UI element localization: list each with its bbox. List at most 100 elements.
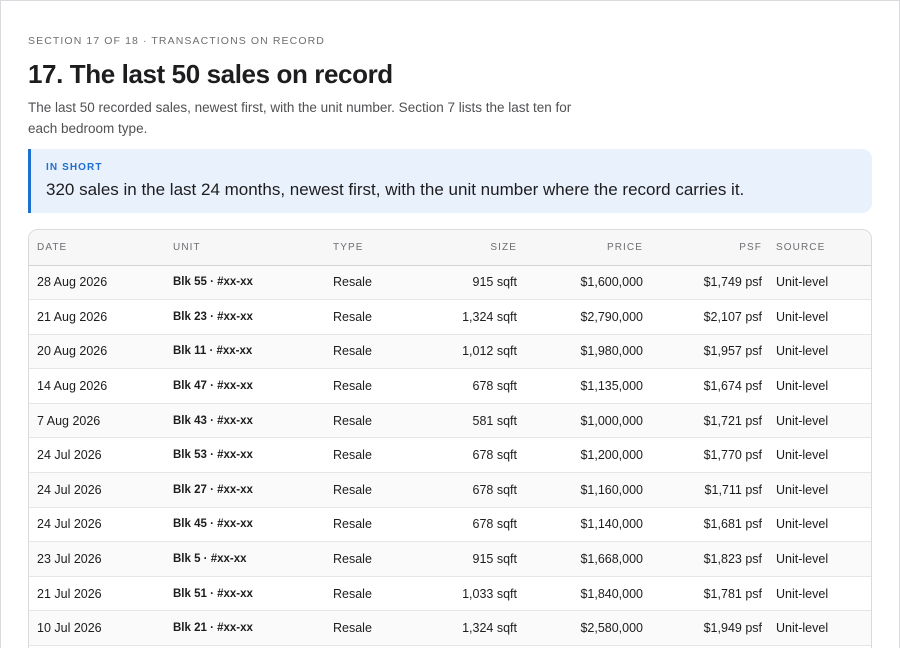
cell-price: $1,980,000 xyxy=(517,334,643,370)
cell-unit: Blk 55 · #xx-xx xyxy=(173,265,333,301)
cell-date: 7 Aug 2026 xyxy=(29,403,173,439)
cell-size: 678 sqft xyxy=(413,437,517,474)
cell-price: $1,840,000 xyxy=(517,576,643,612)
cell-psf: $1,823 psf xyxy=(643,541,762,577)
cell-unit: Blk 23 · #xx-xx xyxy=(173,299,333,335)
cell-source: Unit-level xyxy=(762,507,871,543)
cell-unit: Blk 21 · #xx-xx xyxy=(173,610,333,647)
cell-unit: Blk 43 · #xx-xx xyxy=(173,403,333,439)
cell-price: $1,200,000 xyxy=(517,437,643,474)
cell-size: 1,324 sqft xyxy=(413,610,517,647)
cell-type: Resale xyxy=(333,576,413,612)
cell-psf: $1,681 psf xyxy=(643,507,762,543)
cell-source: Unit-level xyxy=(762,437,871,474)
table-row: 14 Aug 2026 Blk 47 · #xx-xx Resale 678 s… xyxy=(29,368,871,404)
cell-date: 23 Jul 2026 xyxy=(29,541,173,577)
cell-price: $1,600,000 xyxy=(517,265,643,301)
table-row: 24 Jul 2026 Blk 45 · #xx-xx Resale 678 s… xyxy=(29,507,871,543)
cell-date: 28 Aug 2026 xyxy=(29,265,173,301)
cell-unit: Blk 45 · #xx-xx xyxy=(173,507,333,543)
callout-label: IN SHORT xyxy=(46,162,103,173)
cell-price: $1,668,000 xyxy=(517,541,643,577)
cell-type: Resale xyxy=(333,507,413,543)
cell-date: 21 Aug 2026 xyxy=(29,299,173,335)
cell-type: Resale xyxy=(333,334,413,370)
cell-type: Resale xyxy=(333,437,413,474)
cell-size: 915 sqft xyxy=(413,541,517,577)
cell-source: Unit-level xyxy=(762,403,871,439)
cell-date: 24 Jul 2026 xyxy=(29,472,173,508)
cell-psf: $1,781 psf xyxy=(643,576,762,612)
table-header-row: DATE UNIT TYPE SIZE PRICE PSF SOURCE xyxy=(29,230,871,266)
cell-source: Unit-level xyxy=(762,368,871,404)
cell-size: 678 sqft xyxy=(413,472,517,508)
cell-date: 24 Jul 2026 xyxy=(29,507,173,543)
cell-date: 21 Jul 2026 xyxy=(29,576,173,612)
table-row: 23 Jul 2026 Blk 5 · #xx-xx Resale 915 sq… xyxy=(29,541,871,577)
table-row: 24 Jul 2026 Blk 27 · #xx-xx Resale 678 s… xyxy=(29,472,871,508)
table-row: 7 Aug 2026 Blk 43 · #xx-xx Resale 581 sq… xyxy=(29,403,871,439)
table-row: 21 Jul 2026 Blk 51 · #xx-xx Resale 1,033… xyxy=(29,576,871,612)
cell-source: Unit-level xyxy=(762,299,871,335)
cell-type: Resale xyxy=(333,472,413,508)
cell-source: Unit-level xyxy=(762,472,871,508)
cell-psf: $1,949 psf xyxy=(643,610,762,647)
cell-psf: $1,674 psf xyxy=(643,368,762,404)
table-row: 10 Jul 2026 Blk 21 · #xx-xx Resale 1,324… xyxy=(29,610,871,647)
table-body: 28 Aug 2026 Blk 55 · #xx-xx Resale 915 s… xyxy=(29,265,871,647)
cell-psf: $1,711 psf xyxy=(643,472,762,508)
cell-type: Resale xyxy=(333,610,413,647)
cell-size: 678 sqft xyxy=(413,507,517,543)
transactions-table-container: DATE UNIT TYPE SIZE PRICE PSF SOURCE 28 … xyxy=(28,229,872,648)
page-title: 17. The last 50 sales on record xyxy=(28,59,393,89)
column-header-price: PRICE xyxy=(517,230,643,266)
callout-text: 320 sales in the last 24 months, newest … xyxy=(46,180,745,199)
cell-source: Unit-level xyxy=(762,610,871,647)
table-row: 24 Jul 2026 Blk 53 · #xx-xx Resale 678 s… xyxy=(29,437,871,474)
cell-date: 20 Aug 2026 xyxy=(29,334,173,370)
cell-unit: Blk 27 · #xx-xx xyxy=(173,472,333,508)
cell-source: Unit-level xyxy=(762,541,871,577)
cell-unit: Blk 5 · #xx-xx xyxy=(173,541,333,577)
cell-price: $2,580,000 xyxy=(517,610,643,647)
transactions-table: DATE UNIT TYPE SIZE PRICE PSF SOURCE 28 … xyxy=(29,230,871,647)
cell-size: 915 sqft xyxy=(413,265,517,301)
cell-size: 1,012 sqft xyxy=(413,334,517,370)
table-row: 28 Aug 2026 Blk 55 · #xx-xx Resale 915 s… xyxy=(29,265,871,301)
in-short-callout: IN SHORT 320 sales in the last 24 months… xyxy=(28,149,872,213)
cell-psf: $2,107 psf xyxy=(643,299,762,335)
cell-type: Resale xyxy=(333,299,413,335)
cell-date: 14 Aug 2026 xyxy=(29,368,173,404)
cell-price: $2,790,000 xyxy=(517,299,643,335)
cell-price: $1,140,000 xyxy=(517,507,643,543)
cell-type: Resale xyxy=(333,541,413,577)
cell-psf: $1,957 psf xyxy=(643,334,762,370)
cell-price: $1,160,000 xyxy=(517,472,643,508)
cell-unit: Blk 11 · #xx-xx xyxy=(173,334,333,370)
cell-unit: Blk 51 · #xx-xx xyxy=(173,576,333,612)
cell-psf: $1,721 psf xyxy=(643,403,762,439)
cell-type: Resale xyxy=(333,368,413,404)
cell-size: 1,033 sqft xyxy=(413,576,517,612)
column-header-date: DATE xyxy=(29,230,173,266)
column-header-psf: PSF xyxy=(643,230,762,266)
column-header-unit: UNIT xyxy=(173,230,333,266)
cell-size: 581 sqft xyxy=(413,403,517,439)
table-row: 20 Aug 2026 Blk 11 · #xx-xx Resale 1,012… xyxy=(29,334,871,370)
column-header-source: SOURCE xyxy=(762,230,871,266)
cell-size: 678 sqft xyxy=(413,368,517,404)
cell-price: $1,000,000 xyxy=(517,403,643,439)
column-header-size: SIZE xyxy=(413,230,517,266)
cell-source: Unit-level xyxy=(762,576,871,612)
cell-date: 10 Jul 2026 xyxy=(29,610,173,647)
table-row: 21 Aug 2026 Blk 23 · #xx-xx Resale 1,324… xyxy=(29,299,871,335)
cell-type: Resale xyxy=(333,403,413,439)
cell-unit: Blk 53 · #xx-xx xyxy=(173,437,333,474)
section-description: The last 50 recorded sales, newest first… xyxy=(28,100,572,136)
cell-size: 1,324 sqft xyxy=(413,299,517,335)
cell-date: 24 Jul 2026 xyxy=(29,437,173,474)
cell-source: Unit-level xyxy=(762,265,871,301)
cell-psf: $1,749 psf xyxy=(643,265,762,301)
cell-type: Resale xyxy=(333,265,413,301)
cell-source: Unit-level xyxy=(762,334,871,370)
